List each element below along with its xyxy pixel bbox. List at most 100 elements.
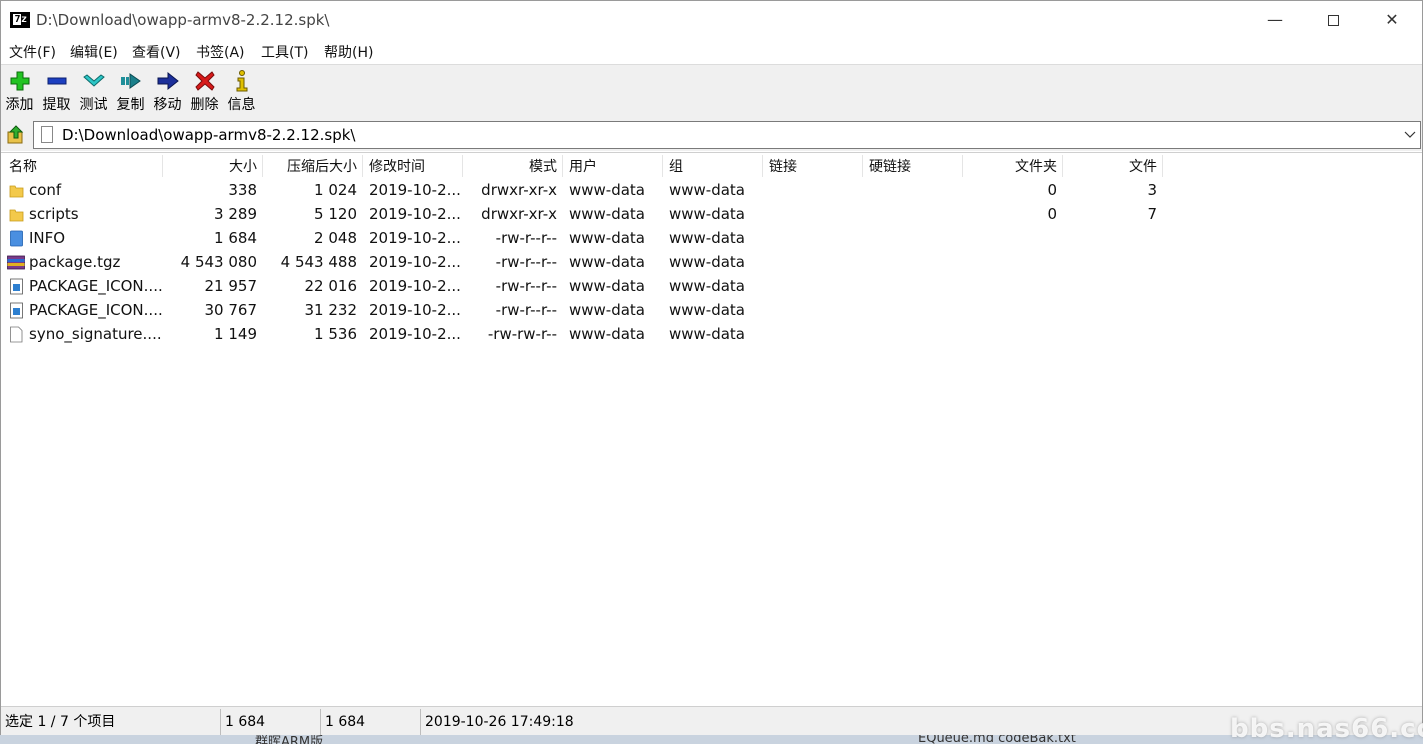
col-size[interactable]: 大小 <box>163 156 257 178</box>
cell-name: INFO <box>29 229 66 247</box>
move-label: 移动 <box>153 97 182 113</box>
archive-icon <box>7 254 25 271</box>
title-bar[interactable]: 77zz D:\Download\owapp-armv8-2.2.12.spk\… <box>1 1 1422 39</box>
table-row[interactable]: PACKAGE_ICON.... 30 767 31 232 2019-10-2...… <box>1 299 1201 323</box>
table-row[interactable]: package.tgz 4 543 080 4 543 488 2019-10-2..… <box>1 251 1201 275</box>
cell-group: www-data <box>669 301 746 319</box>
menu-file[interactable]: 文件(F) <box>9 42 56 62</box>
table-row[interactable]: INFO 1 684 2 048 2019-10-2... -rw-r--r-- www-… <box>1 227 1201 251</box>
cell-user: www-data <box>569 301 646 319</box>
test-button[interactable]: 测试 <box>75 69 112 117</box>
cell-size: 3 289 <box>214 205 257 223</box>
move-icon <box>157 71 179 91</box>
cell-folders: 0 <box>1047 205 1057 223</box>
archive-window: 77zz D:\Download\owapp-armv8-2.2.12.spk\… <box>0 0 1423 736</box>
menu-bookmarks[interactable]: 书签(A) <box>196 42 245 62</box>
cell-name: scripts <box>29 205 79 223</box>
cell-group: www-data <box>669 229 746 247</box>
cell-mode: -rw-r--r-- <box>495 229 557 247</box>
cell-modified: 2019-10-2... <box>369 205 461 223</box>
col-packed-size[interactable]: 压缩后大小 <box>263 156 357 178</box>
cell-group: www-data <box>669 325 746 343</box>
cell-size: 21 957 <box>204 277 258 295</box>
cell-size: 1 149 <box>214 325 257 343</box>
cell-modified: 2019-10-2... <box>369 277 461 295</box>
toolbar: 添加 提取 测试 复制 移动 删除 信息 <box>1 64 1422 119</box>
col-mode[interactable]: 模式 <box>463 156 557 178</box>
background-taskbar: 群晖ARM版 EQueue.md codeBak.txt <box>0 735 1423 744</box>
info-icon <box>236 70 247 92</box>
info-button[interactable]: 信息 <box>223 69 260 117</box>
cell-files: 7 <box>1147 205 1157 223</box>
info-label: 信息 <box>227 97 256 113</box>
status-bar: 选定 1 / 7 个项目 1 684 1 684 2019-10-26 17:4… <box>1 706 1422 736</box>
col-modified[interactable]: 修改时间 <box>369 156 459 178</box>
cell-mode: -rw-rw-r-- <box>487 325 557 343</box>
table-row[interactable]: PACKAGE_ICON.... 21 957 22 016 2019-10-2...… <box>1 275 1201 299</box>
col-name[interactable]: 名称 <box>9 156 159 178</box>
col-user[interactable]: 用户 <box>569 156 659 178</box>
test-icon <box>82 74 105 87</box>
cell-user: www-data <box>569 229 646 247</box>
cell-name: PACKAGE_ICON.... <box>29 277 163 295</box>
table-row[interactable]: syno_signature.... 1 149 1 536 2019-10-2...… <box>1 323 1201 347</box>
cell-name: PACKAGE_ICON.... <box>29 301 163 319</box>
minimize-button[interactable]: — <box>1246 1 1304 39</box>
background-text-left: 群晖ARM版 <box>255 735 324 744</box>
cell-packed: 1 024 <box>314 181 357 199</box>
cell-mode: drwxr-xr-x <box>481 181 557 199</box>
cell-name: conf <box>29 181 62 199</box>
col-hardlink[interactable]: 硬链接 <box>869 156 959 178</box>
table-row[interactable]: conf 338 1 024 2019-10-2... drwxr-xr-x www-da… <box>1 179 1201 203</box>
cell-user: www-data <box>569 253 646 271</box>
col-link[interactable]: 链接 <box>769 156 859 178</box>
col-files[interactable]: 文件 <box>1063 156 1157 178</box>
cell-files: 3 <box>1147 181 1157 199</box>
cell-packed: 1 536 <box>314 325 357 343</box>
menu-view[interactable]: 查看(V) <box>132 42 181 62</box>
col-group[interactable]: 组 <box>669 156 759 178</box>
image-file-icon <box>9 278 24 295</box>
add-label: 添加 <box>5 97 34 113</box>
cell-size: 30 767 <box>204 301 258 319</box>
status-modified: 2019-10-26 17:49:18 <box>425 714 574 730</box>
cell-modified: 2019-10-2... <box>369 229 461 247</box>
cell-packed: 2 048 <box>314 229 357 247</box>
copy-icon <box>120 73 141 89</box>
delete-icon <box>194 71 215 91</box>
blank-file-icon <box>9 326 24 343</box>
cell-group: www-data <box>669 277 746 295</box>
extract-button[interactable]: 提取 <box>38 69 75 117</box>
cell-packed: 31 232 <box>304 301 358 319</box>
cell-modified: 2019-10-2... <box>369 301 461 319</box>
copy-label: 复制 <box>116 97 145 113</box>
background-text-right: EQueue.md codeBak.txt <box>918 735 1076 744</box>
close-button[interactable]: ✕ <box>1363 1 1421 39</box>
cell-group: www-data <box>669 181 746 199</box>
cell-mode: drwxr-xr-x <box>481 205 557 223</box>
delete-label: 删除 <box>190 97 219 113</box>
address-input[interactable]: D:\Download\owapp-armv8-2.2.12.spk\ <box>33 121 1421 149</box>
copy-button[interactable]: 复制 <box>112 69 149 117</box>
address-path: D:\Download\owapp-armv8-2.2.12.spk\ <box>62 126 356 144</box>
move-button[interactable]: 移动 <box>149 69 186 117</box>
up-folder-button[interactable] <box>5 124 27 146</box>
menu-help[interactable]: 帮助(H) <box>324 42 373 62</box>
cell-mode: -rw-r--r-- <box>495 301 557 319</box>
add-button[interactable]: 添加 <box>1 69 38 117</box>
maximize-button[interactable] <box>1304 1 1362 39</box>
table-row[interactable]: scripts 3 289 5 120 2019-10-2... drwxr-xr-x w… <box>1 203 1201 227</box>
address-bar: D:\Download\owapp-armv8-2.2.12.spk\ <box>1 119 1422 151</box>
window-title: D:\Download\owapp-armv8-2.2.12.spk\ <box>36 11 330 29</box>
delete-button[interactable]: 删除 <box>186 69 223 117</box>
chevron-down-icon[interactable] <box>1404 128 1416 140</box>
folder-icon <box>9 182 24 199</box>
menu-tools[interactable]: 工具(T) <box>261 42 308 62</box>
cell-size: 338 <box>228 181 257 199</box>
col-folders[interactable]: 文件夹 <box>963 156 1057 178</box>
status-size: 1 684 <box>225 714 266 730</box>
cell-size: 4 543 080 <box>180 253 257 271</box>
file-list[interactable]: 名称 大小 压缩后大小 修改时间 模式 用户 组 链接 硬链接 文件夹 文件 c… <box>1 152 1422 706</box>
cell-name: syno_signature.... <box>29 325 162 343</box>
menu-edit[interactable]: 编辑(E) <box>70 42 118 62</box>
